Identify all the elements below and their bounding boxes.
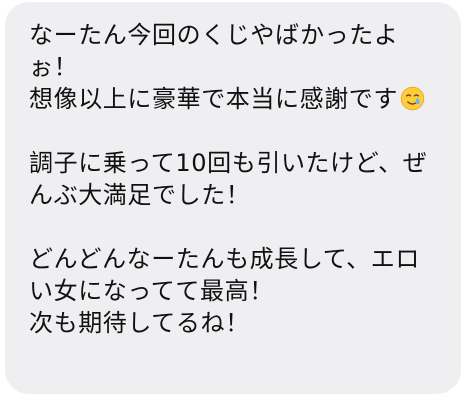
message-line: どんどんなーたんも成長して、エロ: [29, 245, 420, 273]
smiling-face-with-tear-icon: [400, 86, 425, 111]
message-line: 調子に乗って10回も引いたけど、ぜ: [29, 149, 428, 177]
message-line: んぶ大満足でした！: [29, 181, 251, 209]
message-line: なーたん今回のくじやばかったよ: [29, 21, 399, 49]
message-text: なーたん今回のくじやばかったよ ぉ！ 想像以上に豪華で本当に感謝です 調子に乗っ…: [29, 19, 461, 339]
message-line: 想像以上に豪華で本当に感謝です: [29, 83, 461, 115]
message-line: ぉ！: [29, 53, 79, 81]
message-line: い女になってて最高！: [29, 277, 274, 305]
message-bubble: なーたん今回のくじやばかったよ ぉ！ 想像以上に豪華で本当に感謝です 調子に乗っ…: [5, 2, 461, 394]
message-line-text: 想像以上に豪華で本当に感謝です: [29, 85, 398, 113]
message-line: 次も期待してるね！: [29, 309, 250, 337]
